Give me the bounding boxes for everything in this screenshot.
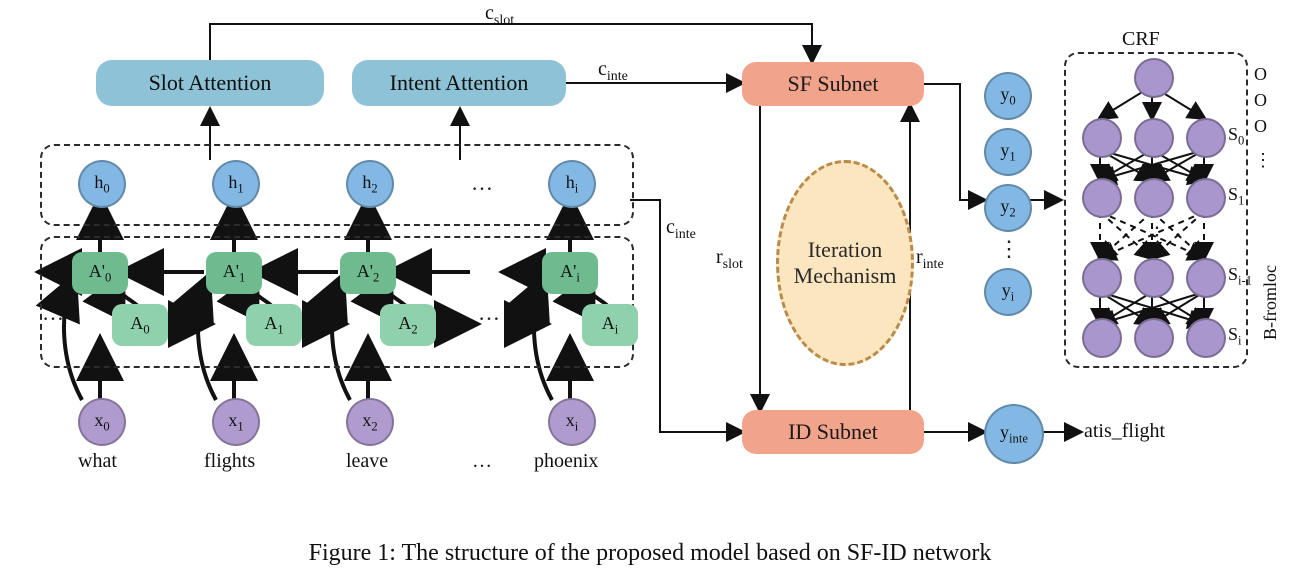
r-slot-label: rslot [716, 246, 743, 273]
crf-node-r4c2 [1134, 258, 1174, 298]
y-ellipsis: ⋮ [998, 236, 1018, 262]
token-phoenix: phoenix [534, 450, 598, 473]
c-inte-top-label: cinte [598, 58, 628, 85]
crf-state-si1: Si-1 [1228, 264, 1252, 289]
y-inte-node: yinte [984, 404, 1044, 464]
iteration-label: Iteration Mechanism [794, 237, 897, 290]
crf-row-label-bfromloc: B-fromloc [1260, 265, 1281, 340]
crf-node-r5c1 [1082, 318, 1122, 358]
rnn-backward-0: A'0 [72, 252, 128, 294]
rnn-left-ellipsis: … [42, 300, 62, 326]
slot-attention-block: Slot Attention [96, 60, 324, 106]
id-subnet-block: ID Subnet [742, 410, 924, 454]
rnn-forward-i: Ai [582, 304, 638, 346]
crf-state-s0: S0 [1228, 124, 1244, 149]
id-subnet-label: ID Subnet [788, 419, 878, 445]
h-ellipsis: … [452, 170, 512, 196]
crf-row-label-ell: ⋮ [1254, 150, 1272, 171]
crf-node-r4c1 [1082, 258, 1122, 298]
crf-ellipsis: ⋮ [1146, 222, 1166, 248]
crf-node-r4c3 [1186, 258, 1226, 298]
crf-title: CRF [1122, 28, 1160, 51]
y-node-i: yi [984, 268, 1032, 316]
rnn-ellipsis: … [464, 300, 514, 326]
crf-node-r2c2 [1134, 118, 1174, 158]
r-inte-label: rinte [916, 246, 944, 273]
h-node-2: h2 [346, 160, 394, 208]
hidden-states-box [40, 144, 634, 226]
h-node-1: h1 [212, 160, 260, 208]
rnn-backward-1: A'1 [206, 252, 262, 294]
crf-node-r3c2 [1134, 178, 1174, 218]
crf-node-r5c3 [1186, 318, 1226, 358]
intent-attention-label: Intent Attention [390, 70, 529, 96]
intent-prediction: atis_flight [1084, 420, 1165, 443]
rnn-forward-0: A0 [112, 304, 168, 346]
c-inte-side-label: cinte [666, 216, 696, 243]
y-node-1: y1 [984, 128, 1032, 176]
sf-subnet-block: SF Subnet [742, 62, 924, 106]
iteration-mechanism: Iteration Mechanism [776, 160, 914, 366]
token-ellipsis: … [452, 450, 512, 473]
rnn-forward-1: A1 [246, 304, 302, 346]
figure-root: Slot Attention Intent Attention SF Subne… [0, 0, 1300, 579]
crf-node-r3c3 [1186, 178, 1226, 218]
token-flights: flights [204, 450, 255, 473]
crf-state-s1: S1 [1228, 184, 1244, 209]
rnn-backward-2: A'2 [340, 252, 396, 294]
figure-caption: Figure 1: The structure of the proposed … [0, 540, 1300, 567]
y-node-2: y2 [984, 184, 1032, 232]
crf-node-r2c1 [1082, 118, 1122, 158]
crf-node-top [1134, 58, 1174, 98]
rnn-forward-2: A2 [380, 304, 436, 346]
crf-row-label-0: O [1254, 64, 1267, 85]
token-what: what [78, 450, 117, 473]
x-node-2: x2 [346, 398, 394, 446]
crf-row-label-1: O [1254, 90, 1267, 111]
intent-attention-block: Intent Attention [352, 60, 566, 106]
x-node-i: xi [548, 398, 596, 446]
crf-node-r3c1 [1082, 178, 1122, 218]
h-node-0: h0 [78, 160, 126, 208]
h-node-i: hi [548, 160, 596, 208]
token-leave: leave [346, 450, 388, 473]
crf-node-r2c3 [1186, 118, 1226, 158]
rnn-backward-i: A'i [542, 252, 598, 294]
crf-state-si: Si [1228, 324, 1242, 349]
x-node-0: x0 [78, 398, 126, 446]
x-node-1: x1 [212, 398, 260, 446]
crf-row-label-2: O [1254, 116, 1267, 137]
crf-node-r5c2 [1134, 318, 1174, 358]
y-node-0: y0 [984, 72, 1032, 120]
slot-attention-label: Slot Attention [149, 70, 272, 96]
c-slot-label: cslot [485, 2, 514, 29]
sf-subnet-label: SF Subnet [787, 71, 878, 97]
